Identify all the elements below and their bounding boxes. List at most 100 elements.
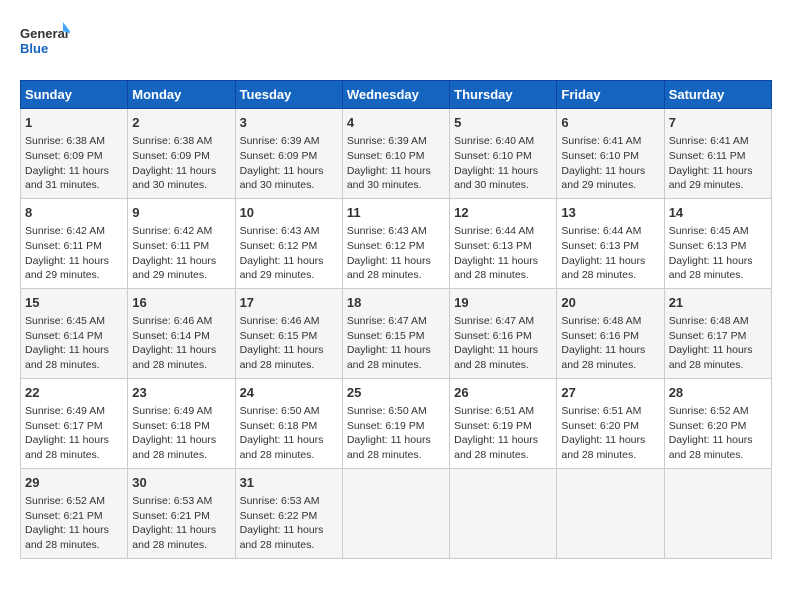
calendar-cell: 28Sunrise: 6:52 AMSunset: 6:20 PMDayligh… <box>664 378 771 468</box>
calendar-cell: 25Sunrise: 6:50 AMSunset: 6:19 PMDayligh… <box>342 378 449 468</box>
day-number: 2 <box>132 114 230 132</box>
calendar-cell: 13Sunrise: 6:44 AMSunset: 6:13 PMDayligh… <box>557 198 664 288</box>
daylight: Daylight: 11 hours and 28 minutes. <box>669 255 753 282</box>
calendar-week-row: 15Sunrise: 6:45 AMSunset: 6:14 PMDayligh… <box>21 288 772 378</box>
calendar-cell: 12Sunrise: 6:44 AMSunset: 6:13 PMDayligh… <box>450 198 557 288</box>
calendar-week-row: 1Sunrise: 6:38 AMSunset: 6:09 PMDaylight… <box>21 109 772 199</box>
weekday-header-friday: Friday <box>557 81 664 109</box>
sunset: Sunset: 6:22 PM <box>240 510 318 522</box>
calendar-cell: 31Sunrise: 6:53 AMSunset: 6:22 PMDayligh… <box>235 468 342 558</box>
daylight: Daylight: 11 hours and 28 minutes. <box>240 524 324 551</box>
sunrise: Sunrise: 6:50 AM <box>240 405 320 417</box>
day-number: 25 <box>347 384 445 402</box>
day-number: 14 <box>669 204 767 222</box>
sunrise: Sunrise: 6:41 AM <box>561 135 641 147</box>
daylight: Daylight: 11 hours and 28 minutes. <box>240 344 324 371</box>
sunrise: Sunrise: 6:45 AM <box>25 315 105 327</box>
sunrise: Sunrise: 6:44 AM <box>561 225 641 237</box>
day-number: 6 <box>561 114 659 132</box>
daylight: Daylight: 11 hours and 29 minutes. <box>561 165 645 192</box>
daylight: Daylight: 11 hours and 28 minutes. <box>454 344 538 371</box>
sunrise: Sunrise: 6:51 AM <box>561 405 641 417</box>
sunset: Sunset: 6:19 PM <box>454 420 532 432</box>
sunrise: Sunrise: 6:47 AM <box>347 315 427 327</box>
calendar-cell: 11Sunrise: 6:43 AMSunset: 6:12 PMDayligh… <box>342 198 449 288</box>
calendar-cell <box>342 468 449 558</box>
daylight: Daylight: 11 hours and 28 minutes. <box>347 434 431 461</box>
sunrise: Sunrise: 6:40 AM <box>454 135 534 147</box>
weekday-header-saturday: Saturday <box>664 81 771 109</box>
day-number: 1 <box>25 114 123 132</box>
daylight: Daylight: 11 hours and 30 minutes. <box>347 165 431 192</box>
calendar-cell: 14Sunrise: 6:45 AMSunset: 6:13 PMDayligh… <box>664 198 771 288</box>
daylight: Daylight: 11 hours and 28 minutes. <box>561 255 645 282</box>
daylight: Daylight: 11 hours and 28 minutes. <box>240 434 324 461</box>
daylight: Daylight: 11 hours and 28 minutes. <box>454 434 538 461</box>
daylight: Daylight: 11 hours and 29 minutes. <box>132 255 216 282</box>
sunrise: Sunrise: 6:48 AM <box>669 315 749 327</box>
sunset: Sunset: 6:11 PM <box>132 240 209 252</box>
daylight: Daylight: 11 hours and 30 minutes. <box>454 165 538 192</box>
calendar-cell: 20Sunrise: 6:48 AMSunset: 6:16 PMDayligh… <box>557 288 664 378</box>
calendar-cell: 24Sunrise: 6:50 AMSunset: 6:18 PMDayligh… <box>235 378 342 468</box>
sunset: Sunset: 6:11 PM <box>25 240 102 252</box>
sunset: Sunset: 6:17 PM <box>25 420 103 432</box>
day-number: 24 <box>240 384 338 402</box>
sunrise: Sunrise: 6:53 AM <box>132 495 212 507</box>
sunset: Sunset: 6:12 PM <box>347 240 425 252</box>
calendar-cell: 29Sunrise: 6:52 AMSunset: 6:21 PMDayligh… <box>21 468 128 558</box>
calendar-cell: 8Sunrise: 6:42 AMSunset: 6:11 PMDaylight… <box>21 198 128 288</box>
calendar-cell: 2Sunrise: 6:38 AMSunset: 6:09 PMDaylight… <box>128 109 235 199</box>
day-number: 10 <box>240 204 338 222</box>
sunrise: Sunrise: 6:39 AM <box>347 135 427 147</box>
daylight: Daylight: 11 hours and 28 minutes. <box>132 434 216 461</box>
daylight: Daylight: 11 hours and 29 minutes. <box>25 255 109 282</box>
sunset: Sunset: 6:14 PM <box>25 330 103 342</box>
day-number: 31 <box>240 474 338 492</box>
daylight: Daylight: 11 hours and 31 minutes. <box>25 165 109 192</box>
day-number: 3 <box>240 114 338 132</box>
sunset: Sunset: 6:15 PM <box>347 330 425 342</box>
day-number: 9 <box>132 204 230 222</box>
day-number: 21 <box>669 294 767 312</box>
sunrise: Sunrise: 6:45 AM <box>669 225 749 237</box>
weekday-header-tuesday: Tuesday <box>235 81 342 109</box>
daylight: Daylight: 11 hours and 28 minutes. <box>25 434 109 461</box>
daylight: Daylight: 11 hours and 30 minutes. <box>240 165 324 192</box>
day-number: 8 <box>25 204 123 222</box>
sunrise: Sunrise: 6:47 AM <box>454 315 534 327</box>
calendar-cell <box>664 468 771 558</box>
weekday-header-monday: Monday <box>128 81 235 109</box>
day-number: 27 <box>561 384 659 402</box>
day-number: 28 <box>669 384 767 402</box>
sunrise: Sunrise: 6:42 AM <box>132 225 212 237</box>
calendar-cell: 3Sunrise: 6:39 AMSunset: 6:09 PMDaylight… <box>235 109 342 199</box>
calendar-cell: 7Sunrise: 6:41 AMSunset: 6:11 PMDaylight… <box>664 109 771 199</box>
calendar-week-row: 29Sunrise: 6:52 AMSunset: 6:21 PMDayligh… <box>21 468 772 558</box>
calendar-cell <box>450 468 557 558</box>
calendar-table: SundayMondayTuesdayWednesdayThursdayFrid… <box>20 80 772 559</box>
calendar-cell: 26Sunrise: 6:51 AMSunset: 6:19 PMDayligh… <box>450 378 557 468</box>
calendar-cell: 23Sunrise: 6:49 AMSunset: 6:18 PMDayligh… <box>128 378 235 468</box>
sunrise: Sunrise: 6:49 AM <box>132 405 212 417</box>
calendar-cell: 22Sunrise: 6:49 AMSunset: 6:17 PMDayligh… <box>21 378 128 468</box>
day-number: 30 <box>132 474 230 492</box>
day-number: 5 <box>454 114 552 132</box>
day-number: 17 <box>240 294 338 312</box>
sunrise: Sunrise: 6:41 AM <box>669 135 749 147</box>
sunset: Sunset: 6:13 PM <box>454 240 532 252</box>
sunrise: Sunrise: 6:52 AM <box>25 495 105 507</box>
day-number: 4 <box>347 114 445 132</box>
sunset: Sunset: 6:16 PM <box>561 330 639 342</box>
daylight: Daylight: 11 hours and 28 minutes. <box>669 344 753 371</box>
sunset: Sunset: 6:13 PM <box>561 240 639 252</box>
daylight: Daylight: 11 hours and 30 minutes. <box>132 165 216 192</box>
sunset: Sunset: 6:16 PM <box>454 330 532 342</box>
daylight: Daylight: 11 hours and 28 minutes. <box>347 344 431 371</box>
sunrise: Sunrise: 6:48 AM <box>561 315 641 327</box>
calendar-cell: 18Sunrise: 6:47 AMSunset: 6:15 PMDayligh… <box>342 288 449 378</box>
sunrise: Sunrise: 6:50 AM <box>347 405 427 417</box>
calendar-cell: 27Sunrise: 6:51 AMSunset: 6:20 PMDayligh… <box>557 378 664 468</box>
sunset: Sunset: 6:15 PM <box>240 330 318 342</box>
sunrise: Sunrise: 6:51 AM <box>454 405 534 417</box>
